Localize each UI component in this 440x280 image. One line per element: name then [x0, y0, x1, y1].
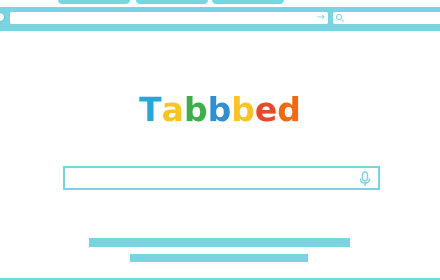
search-icon	[336, 14, 342, 20]
logo-letter: d	[277, 90, 301, 129]
nav-button[interactable]	[0, 12, 5, 22]
search-input[interactable]	[63, 166, 380, 190]
microphone-icon[interactable]	[359, 171, 371, 187]
tab[interactable]	[58, 0, 130, 4]
placeholder-bar	[89, 238, 350, 247]
tab-strip	[0, 0, 440, 6]
logo-letter: b	[231, 90, 255, 129]
arrow-right-icon[interactable]: →	[317, 12, 325, 24]
placeholder-bar	[130, 254, 308, 262]
tab[interactable]	[136, 0, 208, 4]
logo-letter: T	[139, 90, 162, 129]
logo-letter: b	[207, 90, 232, 129]
browser-toolbar: →	[0, 7, 440, 31]
tab[interactable]	[212, 0, 284, 4]
logo-letter: b	[183, 90, 208, 129]
logo: Tabbbed	[0, 88, 440, 132]
address-bar[interactable]: →	[10, 12, 328, 24]
logo-letter: e	[254, 90, 278, 129]
toolbar-search-field[interactable]	[333, 12, 440, 24]
logo-letter: a	[161, 90, 184, 129]
